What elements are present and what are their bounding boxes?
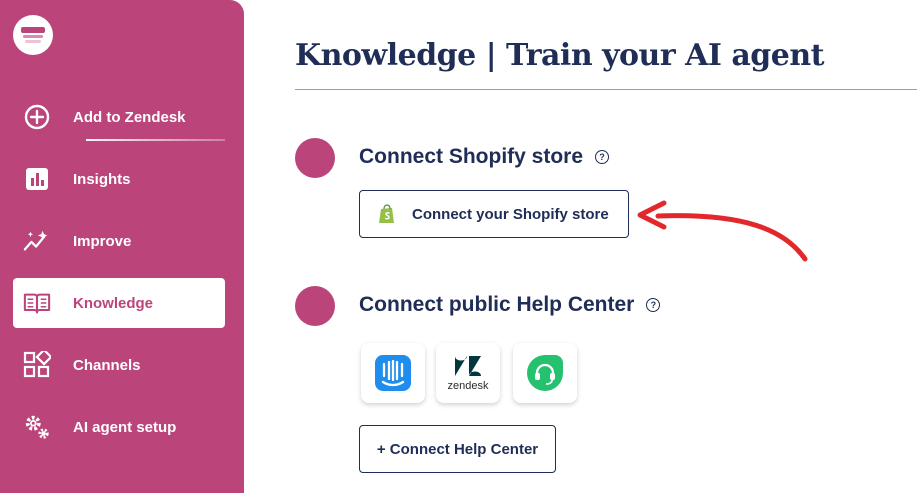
annotation-arrow-icon: [637, 200, 808, 262]
sidebar-item-knowledge[interactable]: Knowledge: [13, 278, 225, 328]
help-icon[interactable]: ?: [595, 150, 610, 164]
sidebar-item-label: Channels: [73, 356, 141, 374]
app-logo[interactable]: [13, 15, 53, 55]
section-heading-text: Connect public Help Center: [359, 293, 635, 316]
book-icon: [23, 289, 51, 317]
progress-underline: [86, 139, 225, 141]
section-heading-help-center: Connect public Help Center ?: [359, 293, 661, 317]
zendesk-wordmark: zendesk: [447, 380, 489, 392]
zendesk-icon: [455, 356, 481, 376]
sidebar-item-label: Improve: [73, 232, 132, 250]
section-heading-text: Connect Shopify store: [359, 145, 584, 168]
sidebar-item-channels[interactable]: Channels: [13, 340, 225, 390]
sidebar-item-insights[interactable]: Insights: [13, 154, 225, 204]
bar-chart-icon: [23, 165, 51, 193]
intercom-icon: [375, 355, 411, 391]
sidebar-item-improve[interactable]: Improve: [13, 216, 225, 266]
help-icon[interactable]: ?: [646, 298, 661, 312]
section-heading-shopify: Connect Shopify store ?: [359, 145, 610, 169]
connect-shopify-button[interactable]: Connect your Shopify store: [359, 190, 629, 238]
sidebar: Add to Zendesk Insights Improve Knowledg…: [0, 0, 244, 493]
shopify-icon: [378, 204, 396, 224]
connect-shopify-label: Connect your Shopify store: [412, 205, 609, 223]
title-divider: [295, 89, 917, 90]
page-title: Knowledge | Train your AI agent: [295, 38, 825, 73]
plus-circle-icon: [23, 103, 51, 131]
connect-help-center-button[interactable]: + Connect Help Center: [359, 425, 556, 473]
sidebar-item-label: Add to Zendesk: [73, 108, 186, 126]
step-indicator-help-center: [295, 286, 335, 326]
sidebar-item-label: Insights: [73, 170, 131, 188]
step-indicator-shopify: [295, 138, 335, 178]
sparkle-trend-icon: [23, 227, 51, 255]
sidebar-item-label: AI agent setup: [73, 418, 177, 436]
sidebar-item-label: Knowledge: [73, 294, 154, 312]
gears-icon: [23, 413, 51, 441]
help-center-option-freshdesk[interactable]: [513, 343, 577, 403]
help-center-option-intercom[interactable]: [361, 343, 425, 403]
help-center-option-zendesk[interactable]: zendesk: [436, 343, 500, 403]
sidebar-item-add-to-zendesk[interactable]: Add to Zendesk: [13, 92, 225, 142]
sidebar-item-ai-agent-setup[interactable]: AI agent setup: [13, 402, 225, 452]
freshdesk-icon: [527, 355, 563, 391]
grid-icon: [23, 351, 51, 379]
connect-help-center-label: + Connect Help Center: [376, 440, 539, 458]
